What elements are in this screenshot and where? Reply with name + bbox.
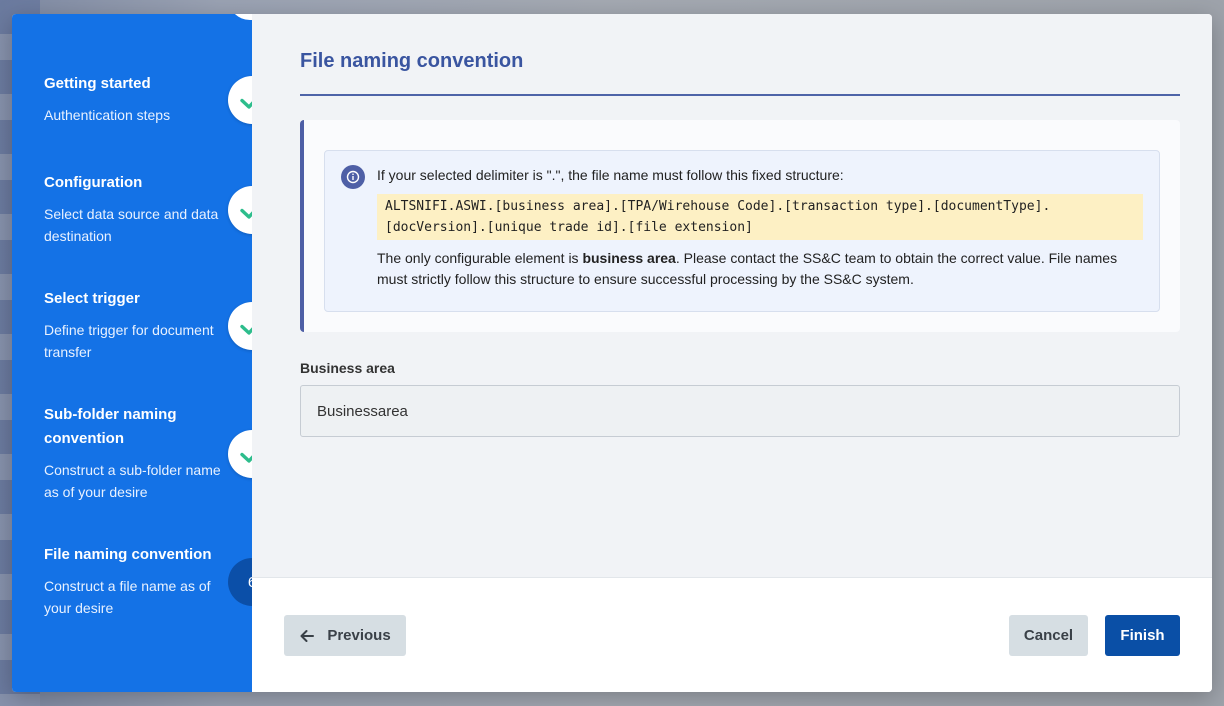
business-area-input[interactable] [300,385,1180,437]
step-title: Getting started [44,75,151,92]
wizard-stepper: Getting started Authentication steps Con… [12,14,276,692]
info-text: If your selected delimiter is ".", the f… [377,165,1143,290]
note-bold-term: business area [582,250,676,266]
step-description: Authentication steps [44,107,171,123]
step-select-trigger[interactable]: Select trigger Define trigger for docume… [44,287,234,363]
step-title: File naming convention [44,546,212,563]
cancel-button[interactable]: Cancel [1009,615,1088,656]
info-glyph [346,170,360,184]
wizard-footer: Previous Cancel Finish [252,577,1212,692]
info-card: If your selected delimiter is ".", the f… [300,120,1180,332]
previous-button-label: Previous [327,627,391,644]
info-icon [341,165,365,189]
step-title: Configuration [44,174,143,191]
step-getting-started[interactable]: Getting started Authentication steps [44,72,234,126]
info-callout: If your selected delimiter is ".", the f… [324,150,1160,312]
finish-button[interactable]: Finish [1105,615,1180,656]
title-divider [300,94,1180,96]
step-title: Select trigger [44,290,140,307]
step-file-naming[interactable]: File naming convention Construct a file … [44,543,234,619]
arrow-left-icon [300,629,315,642]
step-sub-folder-naming[interactable]: Sub-folder naming convention Construct a… [44,403,234,503]
main-content: File naming convention If your selected … [252,14,1212,577]
step-description: Select data source and data destination [44,206,219,244]
step-title: Sub-folder naming convention [44,406,177,447]
step-description: Construct a file name as of your desire [44,578,211,616]
step-configuration[interactable]: Configuration Select data source and dat… [44,171,234,247]
step-description: Define trigger for document transfer [44,322,214,360]
previous-button[interactable]: Previous [284,615,406,656]
step-description: Construct a sub-folder name as of your d… [44,462,221,500]
wizard-dialog: Getting started Authentication steps Con… [12,14,1212,692]
file-name-structure-code: ALTSNIFI.ASWI.[business area].[TPA/Wireh… [377,194,1143,240]
info-note: The only configurable element is busines… [377,248,1143,290]
business-area-label: Business area [300,360,395,376]
page-title: File naming convention [300,50,524,72]
note-text-before: The only configurable element is [377,250,583,266]
info-intro: If your selected delimiter is ".", the f… [377,167,844,183]
